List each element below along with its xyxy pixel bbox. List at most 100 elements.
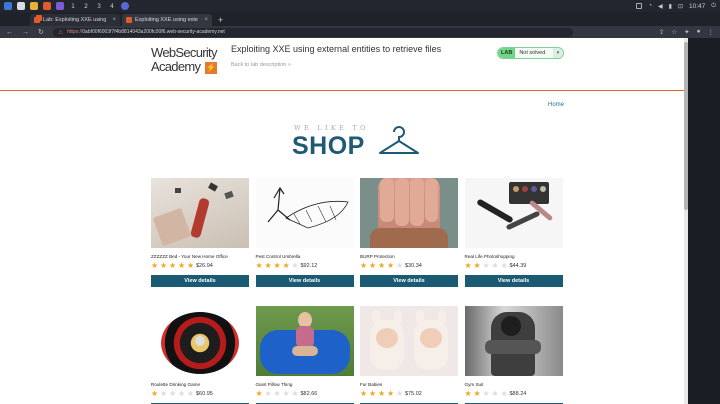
address-bar[interactable]: ⚠ https://0abf00f6003f7f4b8814043a200fc0… <box>52 27 573 37</box>
product-image-makeup[interactable] <box>464 178 563 248</box>
rating-star-icon: ★ <box>482 261 490 270</box>
back-to-lab-description-link[interactable]: Back to lab description » <box>231 62 291 68</box>
lab-status-widget: LAB Not solved ▾ <box>497 47 564 59</box>
tab-shop[interactable]: Exploiting XXE using exte × <box>122 14 212 26</box>
product-rating: ★ ★ ★ ★ ★ <box>465 262 509 270</box>
rating-star-icon: ★ <box>464 261 472 270</box>
scrollbar-thumb[interactable] <box>684 42 688 210</box>
close-tab-icon[interactable]: × <box>204 17 208 23</box>
forward-icon[interactable]: → <box>22 29 29 36</box>
home-link[interactable]: Home <box>548 102 564 108</box>
chrome-icon[interactable] <box>121 2 129 10</box>
product-price: $88.24 <box>509 391 527 397</box>
volume-icon[interactable]: ◀ <box>658 3 663 10</box>
firefox-icon[interactable] <box>43 2 51 10</box>
workspace-1[interactable]: 1 <box>69 3 77 10</box>
battery-icon: ▮ <box>668 3 672 10</box>
view-details-button[interactable]: View details <box>464 275 563 287</box>
rating-star-icon: ★ <box>291 389 299 398</box>
product-rating: ★ ★ ★ ★ ★ <box>151 262 195 270</box>
rating-star-icon: ★ <box>273 261 281 270</box>
product-name: Gym Suit <box>464 382 484 387</box>
rating-star-icon: ★ <box>360 389 368 398</box>
lab-badge: LAB <box>498 48 516 58</box>
rating-star-icon: ★ <box>291 261 299 270</box>
product-image-pillow[interactable] <box>255 306 354 376</box>
tab-strip: Lab: Exploiting XXE using × Exploiting X… <box>0 12 720 26</box>
browser-toolbar: ← → ↻ ⚠ https://0abf00f6003f7f4b8814043a… <box>0 26 720 38</box>
workspace-4[interactable]: 4 <box>108 3 116 10</box>
rating-star-icon: ★ <box>151 389 159 398</box>
close-tab-icon[interactable]: × <box>112 17 116 23</box>
product-image-gym[interactable] <box>464 306 563 376</box>
rating-star-icon: ★ <box>178 261 186 270</box>
product-price: $60.95 <box>196 391 213 397</box>
rating-star-icon: ★ <box>482 389 490 398</box>
product-image-roulette[interactable] <box>151 306 249 376</box>
bookmark-star-icon[interactable]: ☆ <box>671 28 677 36</box>
insecure-lock-icon[interactable]: ⚠ <box>58 29 63 36</box>
menu-icon[interactable]: ⋮ <box>708 28 715 36</box>
rating-star-icon: ★ <box>264 261 272 270</box>
rating-star-icon: ★ <box>273 389 281 398</box>
product-image-bed[interactable] <box>151 178 249 248</box>
new-tab-icon[interactable]: + <box>214 14 223 26</box>
rating-star-icon: ★ <box>187 261 195 270</box>
product-price: $44.39 <box>509 263 527 269</box>
workspace-2[interactable]: 2 <box>82 3 90 10</box>
back-icon[interactable]: ← <box>6 29 13 36</box>
window-switch-icon[interactable] <box>636 3 643 9</box>
logo-line-1: WebSecurity <box>151 45 217 60</box>
clock: 10:47 <box>688 2 706 10</box>
banner-title: SHOP <box>292 132 365 160</box>
rating-star-icon: ★ <box>369 261 377 270</box>
rating-star-icon: ★ <box>187 389 195 398</box>
product-price: $26.94 <box>196 263 213 269</box>
product-price: $75.02 <box>405 391 422 397</box>
lock-screen-icon[interactable]: ⊡ <box>678 3 683 10</box>
product-image-burp[interactable] <box>360 178 458 248</box>
kali-menu-icon[interactable] <box>4 2 12 10</box>
tab-search-icon[interactable] <box>36 15 42 21</box>
url-scheme: https:// <box>67 29 83 35</box>
product-rating: ★ ★ ★ ★ ★ <box>256 390 300 398</box>
web-page: WebSecurity Academy ⚡ Exploiting XXE usi… <box>0 38 684 404</box>
product-name: Giant Pillow Thing <box>255 382 293 387</box>
product-image-umbrella[interactable] <box>255 178 354 248</box>
terminal-icon[interactable] <box>17 2 25 10</box>
product-rating: ★ ★ ★ ★ ★ <box>360 262 404 270</box>
page-scrollbar[interactable] <box>684 38 720 404</box>
rating-star-icon: ★ <box>464 389 472 398</box>
reload-icon[interactable]: ↻ <box>38 28 44 36</box>
rating-star-icon: ★ <box>264 389 272 398</box>
status-chevron-icon[interactable]: ▾ <box>553 48 563 58</box>
rating-star-icon: ★ <box>387 261 395 270</box>
rating-star-icon: ★ <box>255 261 263 270</box>
product-name: Pest Control Umbrella <box>255 254 301 259</box>
view-details-button[interactable]: View details <box>255 275 354 287</box>
rating-star-icon: ★ <box>169 261 177 270</box>
profile-icon[interactable]: ● <box>697 28 701 36</box>
workspace-3[interactable]: 3 <box>95 3 103 10</box>
view-details-button[interactable]: View details <box>360 275 458 287</box>
folder-icon[interactable] <box>30 2 38 10</box>
lab-status-text: Not solved <box>519 50 546 56</box>
rating-star-icon: ★ <box>160 389 168 398</box>
rating-star-icon: ★ <box>473 389 481 398</box>
tab-lab[interactable]: Lab: Exploiting XXE using × <box>30 14 120 26</box>
lab-header: WebSecurity Academy ⚡ Exploiting XXE usi… <box>0 38 684 91</box>
notification-icon[interactable]: ◔ <box>648 3 652 9</box>
product-image-babies[interactable] <box>360 306 458 376</box>
rating-star-icon: ★ <box>369 389 377 398</box>
burp-icon[interactable] <box>56 2 64 10</box>
tab-label: Exploiting XXE using exte <box>135 17 198 23</box>
rating-star-icon: ★ <box>255 389 263 398</box>
rating-star-icon: ★ <box>396 389 404 398</box>
share-icon[interactable]: ⇪ <box>659 28 664 36</box>
extensions-icon[interactable]: ✦ <box>684 28 689 36</box>
power-icon[interactable]: ⏻ <box>711 3 716 10</box>
product-name: Real Life Photoshopping <box>464 254 515 259</box>
view-details-button[interactable]: View details <box>151 275 249 287</box>
rating-star-icon: ★ <box>500 389 508 398</box>
web-security-academy-logo[interactable]: WebSecurity Academy ⚡ <box>151 45 223 75</box>
